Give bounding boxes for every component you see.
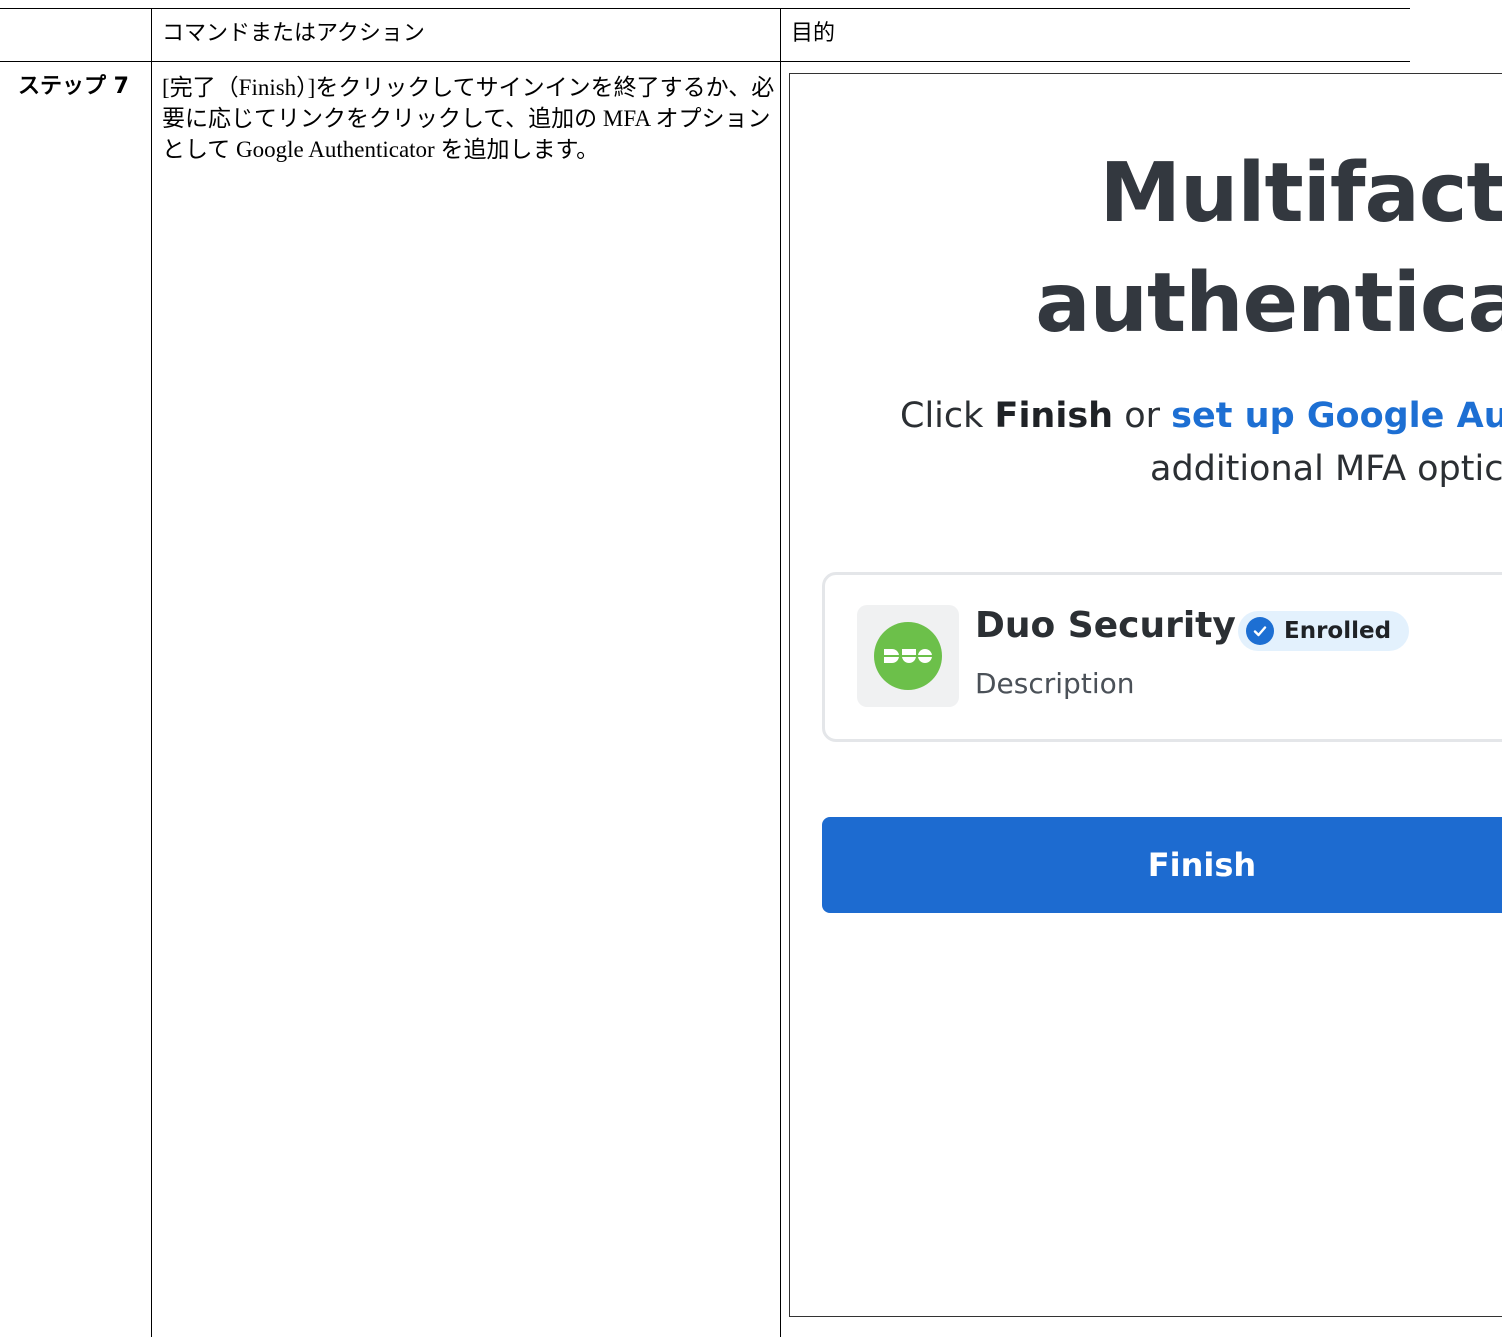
subtitle-prefix: Click — [900, 396, 995, 436]
step-description: [完了（Finish）]をクリックしてサインインを終了するか、必要に応じてリンク… — [162, 75, 775, 162]
duo-logo-glyph — [884, 649, 932, 663]
finish-button[interactable]: Finish — [822, 817, 1502, 913]
column-divider-1 — [151, 8, 152, 1337]
subtitle-finish-word: Finish — [994, 396, 1114, 436]
mfa-screenshot: Multifacto authenticat Click Finish or s… — [789, 73, 1502, 1317]
card-title: Duo Security — [975, 605, 1236, 646]
page-title-line2: authenticat — [1035, 256, 1502, 351]
duo-security-card[interactable]: Duo Security Enrolled Description — [822, 572, 1502, 742]
step-label: ステップ 7 — [18, 74, 129, 99]
badge-label: Enrolled — [1284, 618, 1392, 644]
column-divider-2 — [780, 8, 781, 1337]
header-command-action: コマンドまたはアクション — [162, 21, 425, 46]
check-icon — [1246, 617, 1274, 645]
duo-logo-tile — [857, 605, 959, 707]
table-top-rule — [0, 8, 1410, 9]
finish-button-label: Finish — [1147, 846, 1257, 884]
setup-google-authenticator-link[interactable]: set up Google Aut — [1171, 396, 1502, 436]
header-purpose: 目的 — [791, 21, 836, 46]
card-description: Description — [975, 667, 1135, 700]
page-title-line1: Multifacto — [1099, 146, 1502, 241]
subtitle-or: or — [1113, 396, 1172, 436]
duo-logo-icon — [874, 622, 942, 690]
subtitle-line2: additional MFA optic — [1150, 449, 1502, 489]
table-header-rule — [0, 61, 1410, 62]
subtitle-line1: Click Finish or set up Google Aut — [900, 396, 1502, 436]
enrolled-badge: Enrolled — [1238, 611, 1410, 651]
